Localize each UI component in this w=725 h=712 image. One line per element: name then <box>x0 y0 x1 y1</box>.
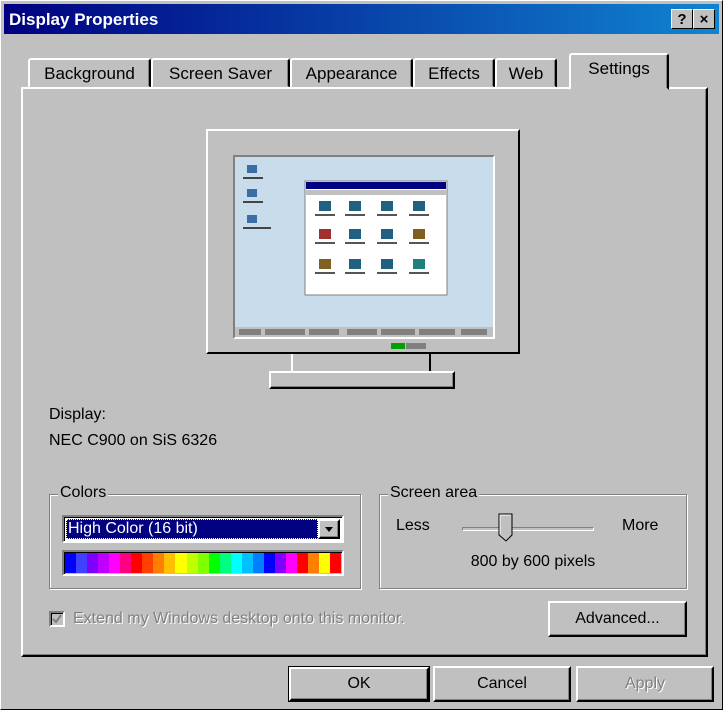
tab-effects[interactable]: Effects <box>413 58 495 88</box>
title-bar[interactable]: Display Properties ? × <box>4 4 719 34</box>
palette-swatch <box>186 553 198 573</box>
palette-swatch <box>109 553 121 573</box>
palette-swatch <box>219 553 231 573</box>
monitor-button-icon <box>406 343 426 349</box>
palette-swatch <box>285 553 297 573</box>
apply-button[interactable]: Apply <box>576 666 714 702</box>
screen-area-group: Screen area Less More 800 by 600 pixels <box>379 484 687 589</box>
tab-appearance[interactable]: Appearance <box>290 58 413 88</box>
ok-button-label: OK <box>347 675 371 692</box>
tab-background[interactable]: Background <box>28 58 151 88</box>
apply-button-label: Apply <box>624 675 666 692</box>
tab-label: Screen Saver <box>169 64 272 83</box>
tab-label: Settings <box>588 59 650 78</box>
colors-group-label: Colors <box>58 484 109 502</box>
tab-settings[interactable]: Settings <box>569 53 669 90</box>
colors-selected-value: High Color (16 bit) <box>66 519 318 539</box>
advanced-button-label: Advanced... <box>575 610 660 627</box>
more-label: More <box>622 517 659 534</box>
help-button[interactable]: ? <box>671 9 693 29</box>
palette-swatch <box>252 553 264 573</box>
screen-area-group-label: Screen area <box>388 484 480 502</box>
tab-label: Web <box>508 64 544 83</box>
tab-label: Background <box>44 64 135 83</box>
palette-swatch <box>65 553 77 573</box>
dropdown-arrow-button[interactable] <box>318 519 340 539</box>
tab-label: Appearance <box>305 64 398 83</box>
palette-swatch <box>197 553 209 573</box>
tab-screen-saver[interactable]: Screen Saver <box>151 58 290 88</box>
colors-group: Colors High Color (16 bit) <box>49 484 361 589</box>
screen-area-slider-track[interactable] <box>462 527 594 531</box>
palette-swatch <box>208 553 220 573</box>
palette-swatch <box>175 553 187 573</box>
ok-button[interactable]: OK <box>288 666 430 702</box>
palette-swatch <box>87 553 99 573</box>
monitor-preview <box>206 129 520 354</box>
tab-web[interactable]: Web <box>495 58 557 88</box>
power-led-icon <box>391 343 405 349</box>
advanced-button[interactable]: Advanced... <box>548 601 687 637</box>
settings-panel: Display: NEC C900 on SiS 6326 Colors Hig… <box>21 87 708 657</box>
extend-desktop-label: Extend my Windows desktop onto this moni… <box>73 610 405 627</box>
palette-swatch <box>241 553 253 573</box>
palette-swatch <box>76 553 88 573</box>
screen-area-slider-thumb[interactable] <box>498 513 514 543</box>
palette-swatch <box>153 553 165 573</box>
window-title: Display Properties <box>9 10 159 29</box>
colors-dropdown[interactable]: High Color (16 bit) <box>62 515 344 543</box>
palette-swatch <box>131 553 143 573</box>
extend-desktop-checkbox[interactable] <box>49 611 65 627</box>
display-label: Display: <box>49 406 106 423</box>
tab-label: Effects <box>428 64 480 83</box>
palette-swatch <box>98 553 110 573</box>
color-palette-bar <box>62 550 344 576</box>
monitor-stand <box>269 371 455 389</box>
monitor-screen <box>233 155 495 339</box>
palette-swatch <box>230 553 242 573</box>
palette-swatch <box>120 553 132 573</box>
palette-swatch <box>296 553 309 573</box>
monitor-neck <box>291 354 431 372</box>
cancel-button-label: Cancel <box>477 675 527 692</box>
display-value: NEC C900 on SiS 6326 <box>49 432 218 449</box>
display-properties-window: Display Properties ? × Background Screen… <box>0 0 723 710</box>
palette-swatch <box>263 553 275 573</box>
palette-swatch <box>164 553 176 573</box>
chevron-down-icon <box>325 527 333 532</box>
palette-swatch <box>330 553 342 573</box>
cancel-button[interactable]: Cancel <box>433 666 571 702</box>
desktop-preview-image <box>235 157 493 337</box>
palette-swatch <box>308 553 320 573</box>
checkmark-icon <box>52 614 62 624</box>
screen-area-value: 800 by 600 pixels <box>470 553 596 570</box>
palette-swatch <box>274 553 286 573</box>
close-button[interactable]: × <box>693 9 715 29</box>
palette-swatch <box>319 553 331 573</box>
palette-swatch <box>142 553 154 573</box>
less-label: Less <box>396 517 430 534</box>
